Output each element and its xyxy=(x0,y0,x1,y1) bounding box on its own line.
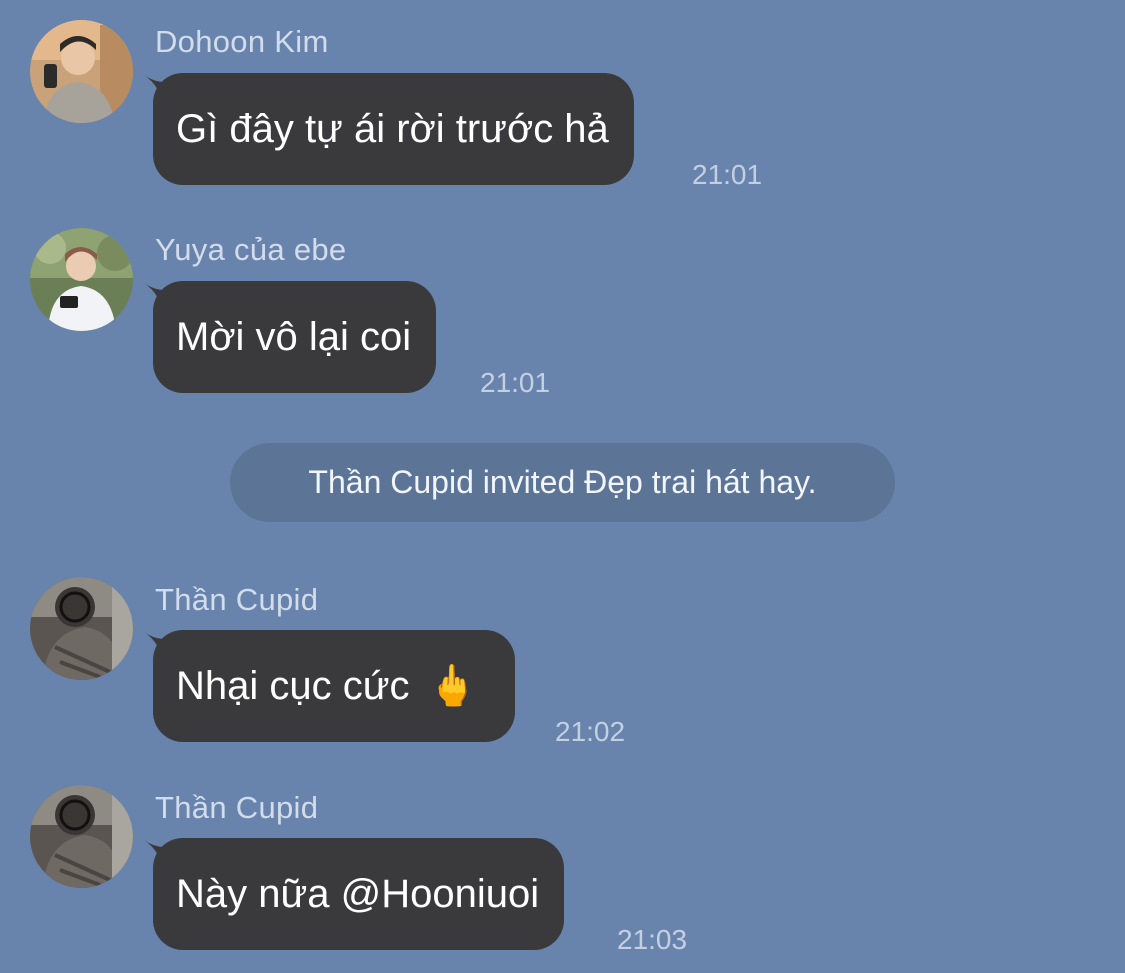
message-timestamp: 21:03 xyxy=(617,924,688,955)
message-text: Gì đây tự ái rời trước hả xyxy=(176,107,609,151)
middle-finger-emoji-icon: 🖕 xyxy=(427,663,478,709)
message-bubble[interactable]: Gì đây tự ái rời trước hả xyxy=(153,73,634,185)
message-timestamp: 21:01 xyxy=(480,367,551,398)
message-bubble[interactable]: Này nữa @Hooniuoi xyxy=(153,838,565,950)
message-text: Mời vô lại coi xyxy=(176,315,412,359)
sender-avatar[interactable] xyxy=(30,577,133,680)
user-avatar-cupid-icon xyxy=(30,577,133,680)
sender-avatar[interactable] xyxy=(30,228,133,331)
sender-avatar[interactable] xyxy=(30,20,133,123)
sender-name: Dohoon Kim xyxy=(155,24,329,59)
system-notice: Thần Cupid invited Đẹp trai hát hay. xyxy=(230,443,895,522)
message-bubble[interactable]: Mời vô lại coi xyxy=(153,281,437,393)
message-text: Nhại cục cức xyxy=(176,664,410,708)
sender-name: Thần Cupid xyxy=(155,582,319,617)
chat-thread: Dohoon Kim Gì đây tự ái rời trước hả 21:… xyxy=(0,0,1125,973)
message-timestamp: 21:02 xyxy=(555,716,626,747)
message-timestamp: 21:01 xyxy=(692,159,763,190)
user-avatar-dohoon-icon xyxy=(30,20,133,123)
user-avatar-yuya-icon xyxy=(30,228,133,331)
user-avatar-cupid-icon xyxy=(30,785,133,888)
message-bubble[interactable]: Nhại cục cức 🖕 xyxy=(153,630,516,742)
sender-name: Yuya của ebe xyxy=(155,232,347,267)
message-text: Này nữa @Hooniuoi xyxy=(176,872,540,916)
sender-name: Thần Cupid xyxy=(155,790,319,825)
sender-avatar[interactable] xyxy=(30,785,133,888)
